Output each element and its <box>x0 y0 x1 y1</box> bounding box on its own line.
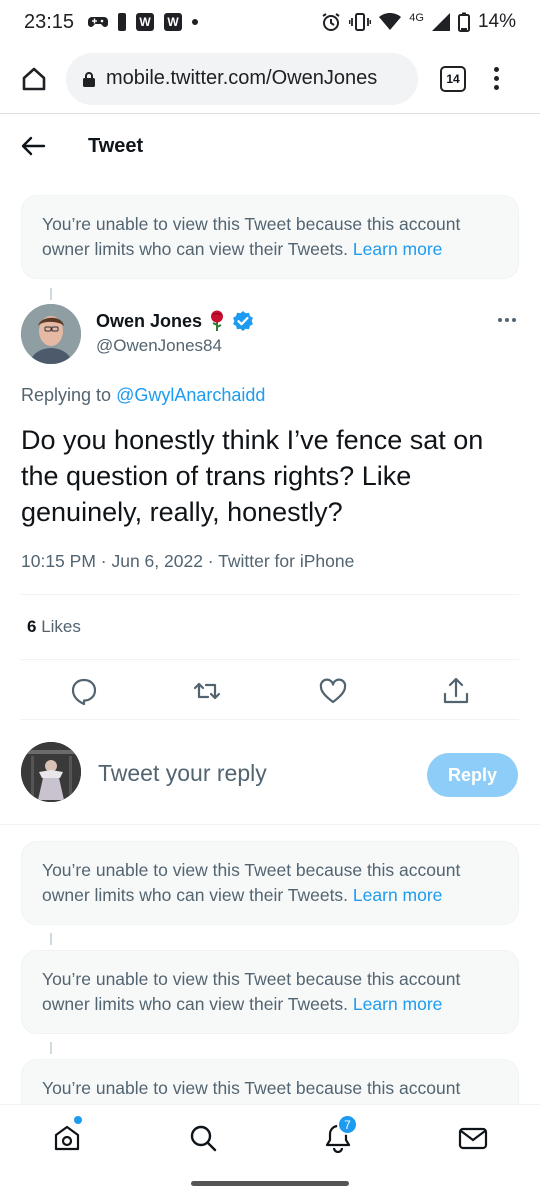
home-icon <box>22 67 46 90</box>
tab-switcher-button[interactable]: 14 <box>440 65 466 92</box>
divider <box>21 719 519 720</box>
author-name[interactable]: Owen Jones <box>96 310 254 332</box>
home-button[interactable] <box>14 59 54 99</box>
bottom-nav <box>0 1104 540 1170</box>
notification-badge: 7 <box>337 1114 358 1135</box>
reply-input[interactable]: Tweet your reply <box>98 760 267 787</box>
browser-toolbar: mobile.twitter.com/OwenJones 14 <box>0 44 540 114</box>
status-time: 23:15 <box>24 10 75 33</box>
reply-button[interactable]: Reply <box>427 753 518 797</box>
vibrate-icon <box>349 13 372 31</box>
user-photo <box>21 742 81 802</box>
back-arrow-icon[interactable] <box>20 133 46 159</box>
learn-more-link[interactable]: Learn more <box>353 994 443 1014</box>
messages-icon[interactable] <box>458 1123 488 1153</box>
home-nav-icon[interactable] <box>52 1123 82 1153</box>
gesture-bar[interactable] <box>191 1181 349 1186</box>
verified-badge-icon <box>233 311 253 331</box>
avatar[interactable] <box>21 304 81 364</box>
wifi-icon <box>379 13 402 30</box>
alarm-icon <box>322 13 340 31</box>
more-options-icon[interactable] <box>498 318 516 322</box>
dot-icon <box>192 19 199 25</box>
battery-percent: 14% <box>477 11 516 32</box>
unavailable-tweet-notice: You’re unable to view this Tweet because… <box>21 195 519 279</box>
w-app-icon: W <box>136 13 155 31</box>
tweet-text: Do you honestly think I’ve fence sat on … <box>21 425 484 527</box>
reply-icon[interactable] <box>69 676 99 706</box>
status-bar: 23:15 W W 4G 14% <box>0 0 540 44</box>
page-header: Tweet <box>0 115 540 177</box>
url-bar[interactable]: mobile.twitter.com/OwenJones <box>66 52 418 105</box>
thread-connector <box>50 1042 52 1054</box>
author-handle[interactable]: @OwenJones84 <box>96 336 222 356</box>
profile-photo <box>21 304 81 364</box>
divider <box>21 659 519 660</box>
likes-count[interactable]: 6 Likes <box>27 617 81 637</box>
retweet-icon[interactable] <box>192 676 222 706</box>
battery-icon <box>457 12 470 32</box>
browser-menu-button[interactable] <box>494 67 499 90</box>
network-type: 4G <box>409 12 424 24</box>
search-icon[interactable] <box>188 1123 218 1153</box>
page-title: Tweet <box>88 134 144 157</box>
unavailable-tweet-notice: You’re unable to view this Tweet because… <box>21 950 519 1034</box>
user-avatar[interactable] <box>21 742 81 802</box>
divider <box>0 824 540 825</box>
like-icon[interactable] <box>318 676 348 706</box>
rose-icon <box>211 310 224 331</box>
mention-link[interactable]: @GwylAnarchaidd <box>116 385 265 405</box>
url-text: mobile.twitter.com/OwenJones <box>106 67 378 89</box>
unavailable-tweet-notice: You’re unable to view this Tweet because… <box>21 841 519 925</box>
thread-connector <box>50 933 52 945</box>
home-new-indicator <box>74 1116 82 1124</box>
w-app-icon: W <box>164 13 183 31</box>
gamepad-icon <box>88 17 109 27</box>
divider <box>21 594 519 595</box>
signal-icon <box>431 13 450 31</box>
alert-icon <box>118 13 127 31</box>
tweet-timestamp[interactable]: 10:15 PM · Jun 6, 2022 · Twitter for iPh… <box>21 551 354 572</box>
thread-connector <box>50 288 52 300</box>
replying-to: Replying to @GwylAnarchaidd <box>21 385 266 405</box>
share-icon[interactable] <box>441 676 471 706</box>
learn-more-link[interactable]: Learn more <box>353 239 443 259</box>
learn-more-link[interactable]: Learn more <box>353 885 443 905</box>
lock-icon <box>83 71 95 87</box>
